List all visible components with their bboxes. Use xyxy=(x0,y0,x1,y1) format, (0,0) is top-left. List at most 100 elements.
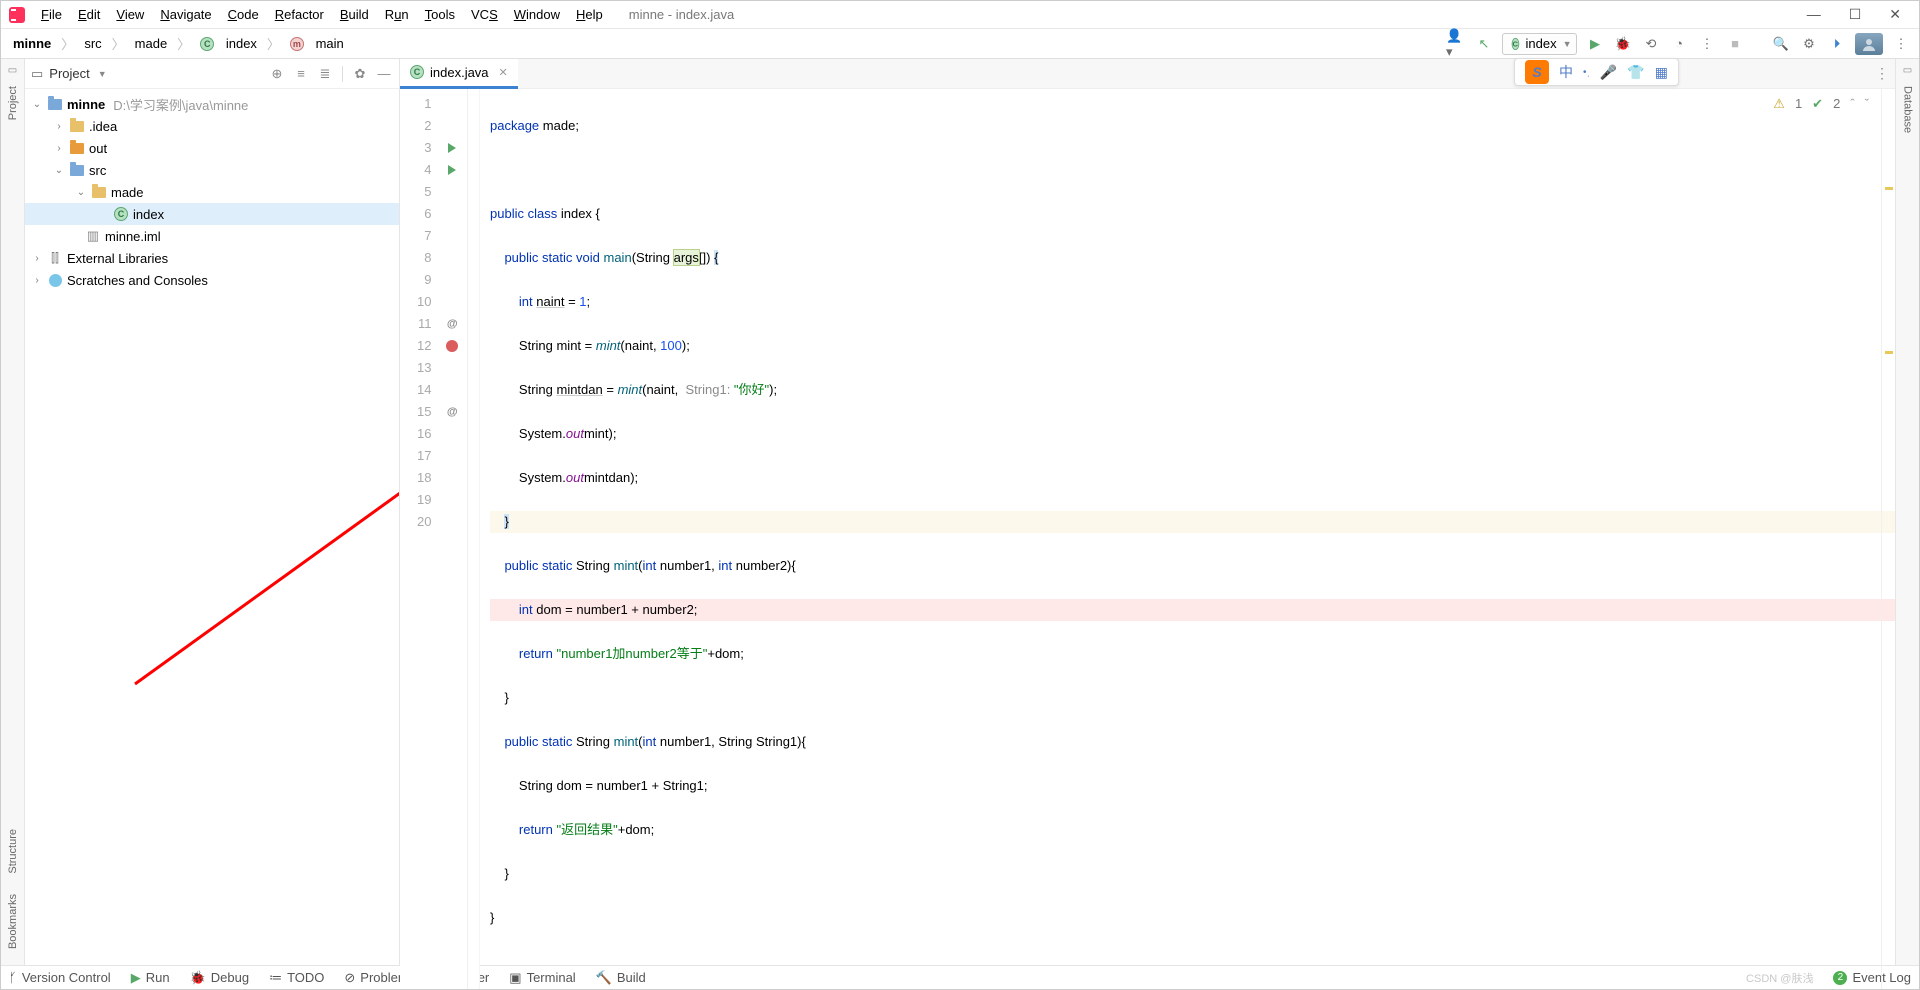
ime-punct-icon[interactable]: •ˌ xyxy=(1583,67,1590,78)
ime-mic-icon[interactable]: 🎤 xyxy=(1600,64,1617,81)
expand-all-icon[interactable]: ≡ xyxy=(292,66,310,81)
ime-toolbox-icon[interactable]: ▦ xyxy=(1655,64,1668,81)
class-icon: C xyxy=(114,207,128,221)
coverage-icon[interactable]: ⟲ xyxy=(1641,34,1661,54)
ime-lang-icon[interactable]: 中 xyxy=(1559,62,1573,82)
settings-icon[interactable]: ⚙ xyxy=(1799,34,1819,54)
profile-icon[interactable]: ◔ xyxy=(1669,34,1689,54)
sidebar-title: Project xyxy=(49,66,89,81)
run-config-combo[interactable]: C index ▼ xyxy=(1502,33,1577,55)
sb-vcs[interactable]: ᚶVersion Control xyxy=(9,970,111,985)
inspection-summary[interactable]: ⚠1 ✔2 ˆ ˇ xyxy=(1769,91,1873,117)
breadcrumb-made[interactable]: made xyxy=(131,34,172,53)
menu-window[interactable]: Window xyxy=(508,5,566,24)
menu-navigate[interactable]: Navigate xyxy=(154,5,217,24)
chevron-right-icon: 〉 xyxy=(175,34,192,53)
run-gutter-icon[interactable] xyxy=(448,143,456,153)
stop-icon[interactable]: ■ xyxy=(1725,34,1745,54)
breadcrumb-root[interactable]: minne xyxy=(9,34,55,53)
minimize-button[interactable]: — xyxy=(1807,6,1821,23)
debug-icon[interactable]: 🐞 xyxy=(1613,34,1633,54)
sb-debug[interactable]: 🐞Debug xyxy=(190,970,250,986)
class-icon: C xyxy=(200,37,214,51)
collapse-icon[interactable]: ⌄ xyxy=(53,165,65,176)
intellij-icon xyxy=(9,7,25,23)
menu-help[interactable]: Help xyxy=(570,5,609,24)
project-icon: ▭ xyxy=(31,66,43,82)
line-numbers: 1234567891011121314151617181920 xyxy=(400,89,437,990)
search-icon[interactable]: 🔍 xyxy=(1771,34,1791,54)
ime-skin-icon[interactable]: 👕 xyxy=(1627,64,1644,81)
tree-made[interactable]: ⌄ made xyxy=(25,181,399,203)
breadcrumb-src[interactable]: src xyxy=(80,34,105,53)
ime-logo-icon[interactable]: S xyxy=(1525,60,1549,84)
settings-icon[interactable]: ✿ xyxy=(351,66,369,82)
breadcrumb-method[interactable]: m main xyxy=(286,34,348,53)
collapse-all-icon[interactable]: ≣ xyxy=(316,66,334,82)
menu-vcs[interactable]: VCS xyxy=(465,5,504,24)
more-icon[interactable]: ⋮ xyxy=(1891,34,1911,54)
menu-build[interactable]: Build xyxy=(334,5,375,24)
rail-database[interactable]: Database xyxy=(1902,76,1914,143)
expand-icon[interactable]: › xyxy=(31,275,43,286)
code-area[interactable]: 1234567891011121314151617181920 @ @ xyxy=(400,89,1895,990)
help-run-icon[interactable]: ⏵ xyxy=(1827,34,1847,54)
breadcrumb-class[interactable]: C index xyxy=(196,34,261,53)
rail-project[interactable]: Project xyxy=(7,76,19,130)
override-icon[interactable]: @ xyxy=(447,313,458,335)
gutter[interactable]: 1234567891011121314151617181920 @ @ xyxy=(400,89,468,990)
tree-idea[interactable]: › .idea xyxy=(25,115,399,137)
override-icon[interactable]: @ xyxy=(447,401,458,423)
expand-icon[interactable]: › xyxy=(53,121,65,132)
collapse-icon[interactable]: ⌄ xyxy=(75,187,87,198)
tree-out[interactable]: › out xyxy=(25,137,399,159)
run-gutter-icon[interactable] xyxy=(448,165,456,175)
sb-run[interactable]: ▶Run xyxy=(131,970,170,986)
run-icon[interactable]: ▶ xyxy=(1585,34,1605,54)
menu-code[interactable]: Code xyxy=(222,5,265,24)
collapse-icon[interactable]: ⌄ xyxy=(31,99,43,110)
menu-refactor[interactable]: Refactor xyxy=(269,5,330,24)
sb-todo[interactable]: ≔TODO xyxy=(269,970,324,986)
main-menu: File Edit View Navigate Code Refactor Bu… xyxy=(35,5,609,24)
rail-structure[interactable]: Structure xyxy=(7,819,19,884)
expand-icon[interactable]: › xyxy=(53,143,65,154)
menu-edit[interactable]: Edit xyxy=(72,5,106,24)
back-icon[interactable]: ↖ xyxy=(1474,34,1494,54)
code-text[interactable]: package made; public class index { publi… xyxy=(480,89,1895,990)
tree-iml[interactable]: ▥ minne.iml xyxy=(25,225,399,247)
locate-icon[interactable]: ⊕ xyxy=(268,66,286,82)
expand-icon[interactable]: › xyxy=(31,253,43,264)
close-button[interactable]: ✕ xyxy=(1889,6,1901,23)
menu-view[interactable]: View xyxy=(110,5,150,24)
close-icon[interactable]: ✕ xyxy=(499,66,508,79)
maximize-button[interactable]: ☐ xyxy=(1849,6,1862,23)
more-run-icon[interactable]: ⋮ xyxy=(1697,34,1717,54)
tab-more-icon[interactable]: ⋮ xyxy=(1875,65,1889,82)
tree-index-class[interactable]: C index xyxy=(25,203,399,225)
tree-scratches[interactable]: › Scratches and Consoles xyxy=(25,269,399,291)
chevron-down-icon[interactable]: ▼ xyxy=(98,69,107,79)
rail-bookmarks[interactable]: Bookmarks xyxy=(7,884,19,959)
avatar[interactable] xyxy=(1855,33,1883,55)
hide-icon[interactable]: — xyxy=(375,66,393,81)
warning-mark[interactable] xyxy=(1885,351,1893,354)
tree-ext-libs[interactable]: › ⫿⫿ External Libraries xyxy=(25,247,399,269)
tab-index-java[interactable]: C index.java ✕ xyxy=(400,59,518,89)
tree-src[interactable]: ⌄ src xyxy=(25,159,399,181)
warning-mark[interactable] xyxy=(1885,187,1893,190)
menu-run[interactable]: Run xyxy=(379,5,415,24)
tree-root[interactable]: ⌄ minne D:\学习案例\java\minne xyxy=(25,93,399,115)
add-config-icon[interactable]: 👤▾ xyxy=(1446,34,1466,54)
menu-tools[interactable]: Tools xyxy=(419,5,461,24)
folder-icon xyxy=(70,143,84,154)
module-icon xyxy=(48,99,62,110)
navigation-bar: minne 〉 src 〉 made 〉 C index 〉 m main 👤▾… xyxy=(1,29,1919,59)
window-title: minne - index.java xyxy=(609,7,1807,22)
error-stripe[interactable] xyxy=(1881,89,1895,990)
breakpoint-icon[interactable] xyxy=(446,340,458,352)
main-body: ▭ Project Structure Bookmarks ▭ Project … xyxy=(1,59,1919,965)
chevron-down-icon[interactable]: ˇ xyxy=(1865,93,1869,115)
chevron-up-icon[interactable]: ˆ xyxy=(1850,93,1854,115)
menu-file[interactable]: File xyxy=(35,5,68,24)
